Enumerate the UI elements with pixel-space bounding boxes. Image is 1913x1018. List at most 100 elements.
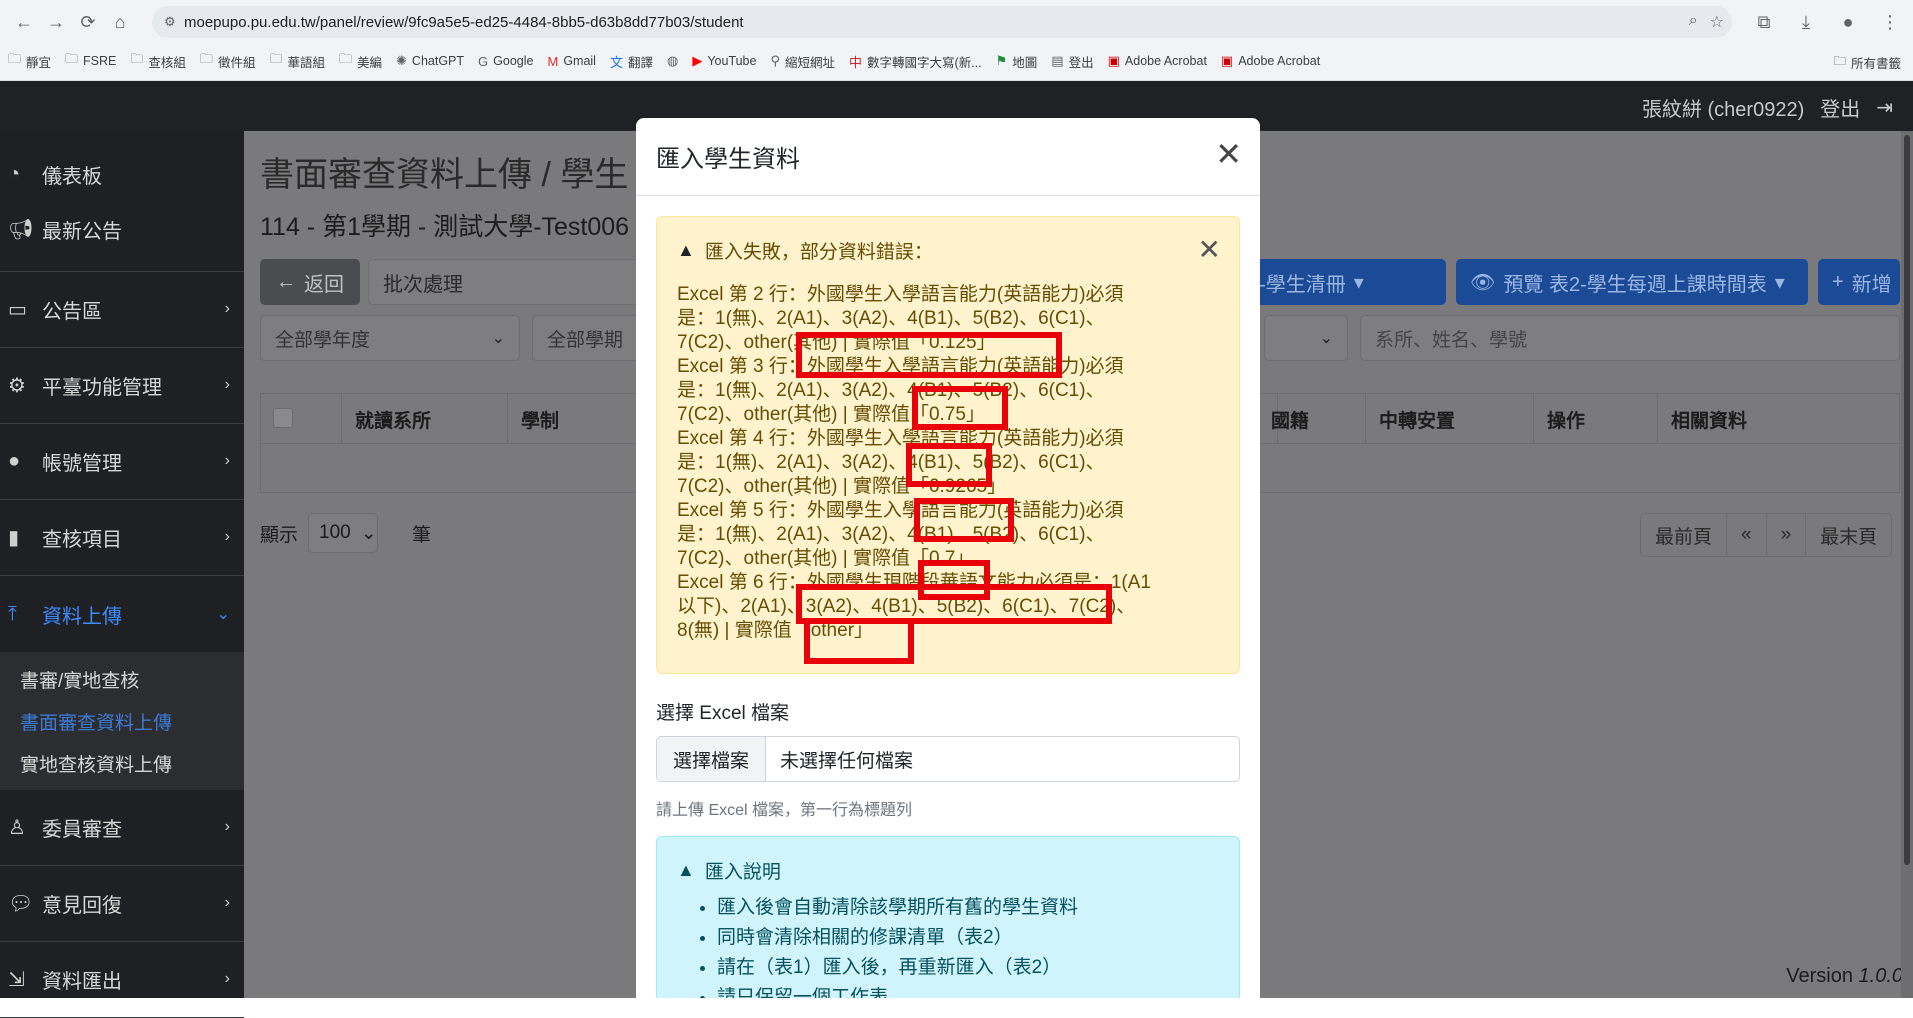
page-subtitle: 114 - 第1學期 - 測試大學-Test006 bbox=[260, 213, 630, 241]
bookmark-item[interactable]: ▶ YouTube bbox=[692, 53, 756, 69]
page-scrollbar[interactable] bbox=[1901, 131, 1913, 998]
alert-close-icon[interactable]: ✕ bbox=[1198, 233, 1221, 266]
profile-icon[interactable]: ● bbox=[1834, 6, 1862, 38]
plus-icon: + bbox=[1832, 270, 1844, 293]
bookmark-item[interactable]: M Gmail bbox=[547, 54, 596, 69]
logout-link[interactable]: 登出 bbox=[1820, 93, 1860, 122]
column-header[interactable]: 國籍 bbox=[1271, 406, 1309, 433]
preview-table2-button[interactable]: 👁︎ 預覽 表2-學生每週上課時間表 ▾ bbox=[1456, 259, 1808, 305]
highlight-box bbox=[906, 443, 992, 487]
filter-select[interactable]: ⌄ bbox=[1264, 315, 1348, 361]
batch-select[interactable]: 批次處理 bbox=[368, 259, 658, 305]
folder-icon: 🗀 bbox=[8, 51, 22, 66]
file-name-text: 未選擇任何檔案 bbox=[780, 750, 914, 772]
submenu-item[interactable]: 書審/實地查核 bbox=[0, 658, 244, 700]
logout-doc-icon: ▤ bbox=[1051, 53, 1064, 68]
bookmark-item[interactable]: 🗀 徵件組 bbox=[200, 50, 256, 72]
person-icon: ♙ bbox=[8, 817, 26, 839]
bookmark-item[interactable]: 🗀 美編 bbox=[339, 50, 382, 72]
chevron-right-icon: › bbox=[224, 528, 230, 545]
zoom-icon[interactable]: ⌕ bbox=[1689, 12, 1698, 32]
bookmark-item[interactable]: 🗀 靜宜 bbox=[8, 50, 51, 72]
last-page-button[interactable]: 最末頁 bbox=[1806, 514, 1891, 556]
submenu-item[interactable]: 實地查核資料上傳 bbox=[0, 742, 244, 784]
user-name[interactable]: 張紋絣 (cher0922) bbox=[1642, 93, 1804, 122]
prev-page-button[interactable]: « bbox=[1727, 514, 1767, 556]
version-label: Version 1.0.0 bbox=[1786, 965, 1903, 987]
extensions-icon[interactable]: ⧉ bbox=[1750, 6, 1778, 38]
sidebar-item-accounts[interactable]: ● 帳號管理 › bbox=[0, 424, 244, 500]
dashboard-icon: ◔ bbox=[8, 163, 21, 185]
search-input[interactable]: 系所、姓名、學號 bbox=[1360, 315, 1900, 361]
reload-icon[interactable]: ⟳ bbox=[72, 6, 104, 38]
sidebar-item-feedback[interactable]: 💬︎ 意見回復 › bbox=[0, 866, 244, 942]
home-icon[interactable]: ⌂ bbox=[104, 6, 136, 38]
browser-chrome: ← → ⟳ ⌂ ⚙ moepupo.pu.edu.tw/panel/review… bbox=[0, 0, 1913, 81]
bookmark-item[interactable]: ▣ Adobe Acrobat bbox=[1221, 53, 1320, 69]
sidebar-item-dashboard[interactable]: ◔ 儀表板 bbox=[0, 147, 244, 202]
bookmark-item[interactable]: ⚲ 縮短網址 bbox=[770, 52, 835, 71]
page-title: 書面審查資料上傳 / 學生 bbox=[260, 156, 629, 194]
highlight-box bbox=[914, 498, 1014, 542]
modal-title: 匯入學生資料 bbox=[656, 146, 800, 173]
choose-file-button[interactable]: 選擇檔案 bbox=[657, 737, 767, 781]
folder-icon: 🗀 bbox=[1833, 54, 1846, 68]
sidebar-item-data-upload[interactable]: ⤒ 資料上傳 ⌄ bbox=[0, 576, 244, 652]
column-header[interactable]: 相關資料 bbox=[1671, 406, 1747, 433]
forward-arrow-icon[interactable]: → bbox=[40, 6, 72, 38]
sidebar-item-committee[interactable]: ♙ 委員審查 › bbox=[0, 790, 244, 866]
first-page-button[interactable]: 最前頁 bbox=[1641, 514, 1728, 556]
add-button[interactable]: + 新增 bbox=[1818, 259, 1900, 305]
column-header[interactable]: 操作 bbox=[1547, 406, 1585, 433]
sidebar-item-news[interactable]: 📢︎ 最新公告 bbox=[0, 202, 244, 272]
sidebar-item-announcements[interactable]: ▭ 公告區 › bbox=[0, 272, 244, 348]
bookmark-star-icon[interactable]: ☆ bbox=[1710, 12, 1724, 32]
logout-icon[interactable]: ⇥ bbox=[1876, 95, 1893, 120]
bookmark-item[interactable]: 🗀 華語組 bbox=[269, 50, 325, 72]
translate-icon: 文 bbox=[609, 54, 623, 70]
next-page-button[interactable]: » bbox=[1767, 514, 1807, 556]
user-circle-icon: ● bbox=[8, 450, 21, 472]
page-size-select[interactable]: 100 ⌄ bbox=[308, 513, 379, 553]
year-select[interactable]: 全部學年度 ⌄ bbox=[260, 315, 520, 361]
menu-icon[interactable]: ⋮ bbox=[1876, 6, 1904, 38]
sidebar-item-review-items[interactable]: ▮ 查核項目 › bbox=[0, 500, 244, 576]
google-icon: G bbox=[478, 53, 489, 69]
select-all-checkbox[interactable] bbox=[273, 408, 293, 428]
download-icon[interactable]: ⤓ bbox=[1792, 6, 1820, 38]
sidebar: ◔ 儀表板 📢︎ 最新公告 ▭ 公告區 › ⚙ 平臺功能管理 › ● 帳號管理 … bbox=[0, 131, 244, 1018]
arrow-left-icon: ← bbox=[276, 270, 296, 293]
column-header[interactable]: 就讀系所 bbox=[355, 406, 431, 433]
scrollbar-thumb[interactable] bbox=[1904, 135, 1910, 865]
bookmark-item[interactable]: ✺ ChatGPT bbox=[396, 53, 464, 69]
bookmark-item[interactable]: 🗀 FSRE bbox=[65, 50, 116, 72]
column-header[interactable]: 中轉安置 bbox=[1379, 406, 1455, 433]
chatgpt-icon: ✺ bbox=[396, 53, 407, 68]
chevron-right-icon: › bbox=[224, 894, 230, 911]
caret-down-icon: ▾ bbox=[1353, 271, 1364, 294]
bookmark-item[interactable]: ▤ 登出 bbox=[1051, 52, 1093, 71]
back-button[interactable]: ← 返回 bbox=[260, 259, 360, 305]
bookmark-item[interactable]: ⚑ 地圖 bbox=[996, 52, 1038, 71]
address-bar[interactable]: ⚙ moepupo.pu.edu.tw/panel/review/9fc9a5e… bbox=[152, 6, 1732, 38]
bookmark-item[interactable]: 中數字轉國字大寫(新... bbox=[849, 52, 982, 71]
bookmark-item[interactable]: G Google bbox=[478, 54, 533, 69]
bookmark-item[interactable]: 🗀 查核組 bbox=[130, 50, 186, 72]
sidebar-item-export[interactable]: ⇲ 資料匯出 › bbox=[0, 942, 244, 1018]
bookmark-item[interactable]: ▣ Adobe Acrobat bbox=[1108, 53, 1207, 69]
site-info-icon[interactable]: ⚙ bbox=[164, 14, 184, 30]
bookmark-item[interactable]: 文翻譯 bbox=[610, 52, 653, 71]
file-input[interactable]: 選擇檔案 未選擇任何檔案 bbox=[656, 736, 1240, 782]
info-heading: 匯入說明 bbox=[704, 862, 781, 883]
gear-icon: ⚙ bbox=[8, 375, 26, 397]
back-arrow-icon[interactable]: ← bbox=[8, 6, 40, 38]
bookmark-item[interactable]: ◍ bbox=[667, 53, 678, 69]
submenu-item-current[interactable]: 書面審查資料上傳 bbox=[0, 700, 244, 742]
close-icon[interactable]: ✕ bbox=[1215, 138, 1242, 170]
upload-icon: ⤒ bbox=[8, 602, 17, 625]
all-bookmarks[interactable]: 🗀 所有書籤 bbox=[1833, 52, 1901, 73]
column-header[interactable]: 學制 bbox=[521, 406, 559, 433]
page-size-row: 顯示 100 ⌄ 筆 bbox=[260, 513, 431, 553]
sidebar-item-platform[interactable]: ⚙ 平臺功能管理 › bbox=[0, 348, 244, 424]
highlight-box bbox=[804, 618, 914, 664]
